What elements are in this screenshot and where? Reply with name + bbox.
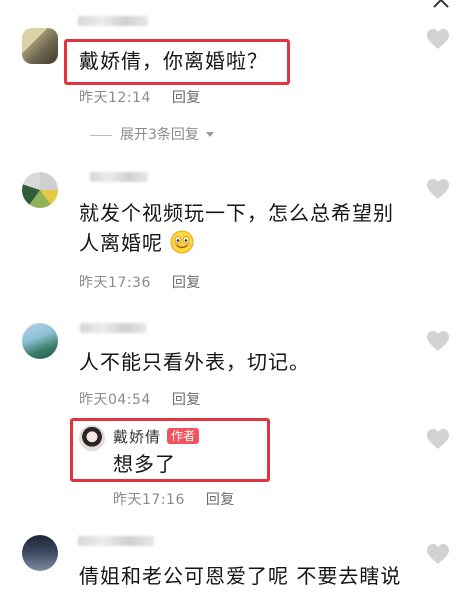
expand-replies-label: 展开3条回复: [120, 127, 199, 143]
heart-icon[interactable]: [426, 330, 450, 352]
author-reply-meta: 昨天17:16 回复: [113, 489, 235, 509]
username-blurred[interactable]: [90, 172, 148, 182]
comment-text-line2-wrap: 人离婚呢: [79, 228, 194, 258]
username-blurred[interactable]: [80, 323, 146, 333]
expand-replies[interactable]: 展开3条回复: [90, 124, 215, 144]
comment-time: 昨天04:54: [79, 392, 151, 408]
comment-meta: 昨天04:54 回复: [79, 389, 201, 409]
smile-emoji-icon: [170, 230, 194, 254]
divider: [90, 134, 112, 136]
heart-icon[interactable]: [426, 543, 450, 565]
author-reply-text: 想多了: [113, 452, 176, 476]
username-blurred[interactable]: [78, 16, 148, 26]
avatar[interactable]: [22, 535, 58, 571]
comment-time: 昨天12:14: [79, 90, 151, 106]
avatar[interactable]: [22, 323, 58, 359]
avatar[interactable]: [22, 172, 58, 208]
comment-text-line2: 人离婚呢: [79, 231, 163, 255]
comment-text: 人不能只看外表，切记。: [79, 350, 310, 374]
author-avatar[interactable]: [79, 425, 105, 451]
chevron-down-icon: [206, 132, 215, 137]
reply-button[interactable]: 回复: [172, 90, 201, 106]
reply-button[interactable]: 回复: [206, 492, 235, 508]
author-reply-time: 昨天17:16: [113, 492, 185, 508]
comment-text: 戴娇倩，你离婚啦？: [79, 49, 268, 73]
reply-button[interactable]: 回复: [172, 275, 201, 291]
comment-meta: 昨天12:14 回复: [79, 87, 201, 107]
reply-button[interactable]: 回复: [172, 392, 201, 408]
username-blurred[interactable]: [78, 536, 154, 546]
author-name[interactable]: 戴娇倩: [113, 428, 161, 446]
heart-icon[interactable]: [426, 178, 450, 200]
author-header: 戴娇倩 作者: [113, 426, 200, 447]
comment-meta: 昨天17:36 回复: [79, 272, 201, 292]
avatar[interactable]: [22, 28, 58, 64]
heart-icon[interactable]: [426, 28, 450, 50]
close-icon[interactable]: [431, 0, 451, 10]
comment-text-line1: 就发个视频玩一下，怎么总希望别: [79, 201, 394, 225]
heart-icon[interactable]: [426, 428, 450, 450]
comment-text: 倩姐和老公可恩爱了呢 不要去瞎说: [79, 564, 402, 588]
comment-time: 昨天17:36: [79, 275, 151, 291]
author-badge: 作者: [167, 428, 200, 444]
